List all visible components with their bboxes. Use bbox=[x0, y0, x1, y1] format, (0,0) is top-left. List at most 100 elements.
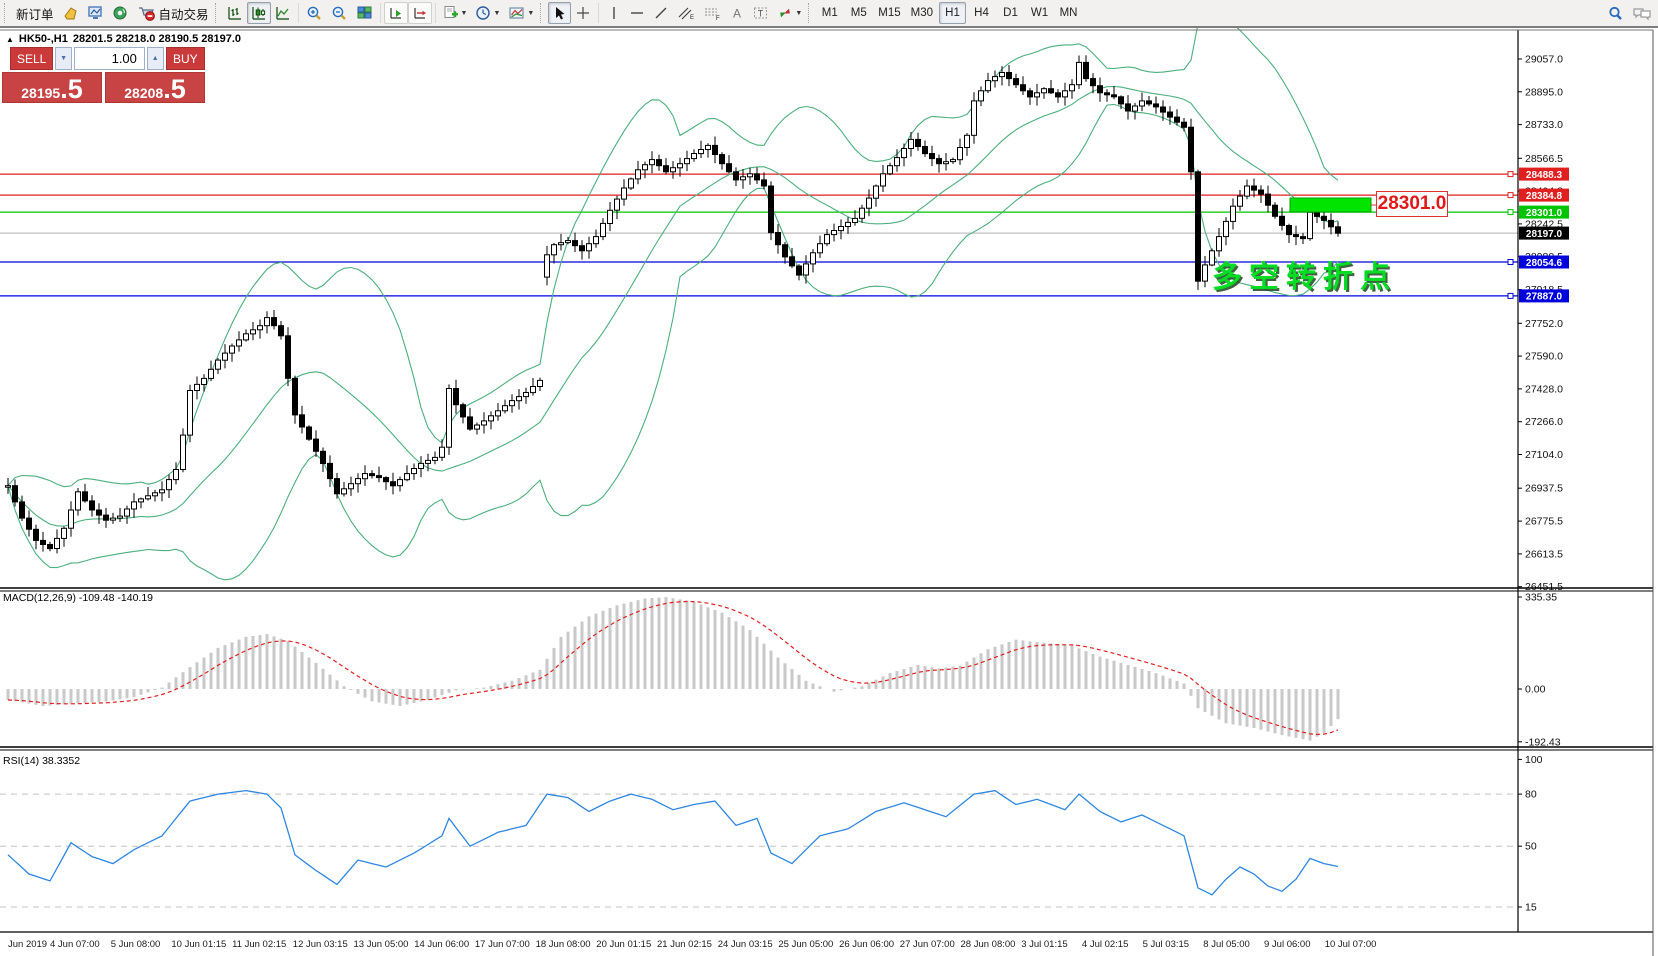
autotrading-button[interactable]: 自动交易 bbox=[133, 2, 213, 24]
svg-text:24 Jun 03:15: 24 Jun 03:15 bbox=[718, 939, 773, 950]
svg-text:5 Jun 08:00: 5 Jun 08:00 bbox=[111, 939, 161, 950]
timeframe-button-H4[interactable]: H4 bbox=[968, 2, 995, 24]
timeframe-button-MN[interactable]: MN bbox=[1055, 2, 1082, 24]
volume-increase-button[interactable]: ▲ bbox=[147, 47, 164, 70]
price-annotation-value: 28301.0 bbox=[1378, 193, 1447, 215]
svg-text:29057.0: 29057.0 bbox=[1525, 54, 1563, 66]
volume-value: 1.00 bbox=[112, 51, 137, 66]
zoom-in-button[interactable] bbox=[302, 2, 327, 24]
svg-text:14 Jun 06:00: 14 Jun 06:00 bbox=[414, 939, 469, 950]
tile-windows-button[interactable] bbox=[352, 2, 377, 24]
buy-button[interactable]: BUY bbox=[166, 47, 205, 70]
market-data-icon[interactable] bbox=[108, 2, 133, 24]
timeframe-button-D1[interactable]: D1 bbox=[997, 2, 1024, 24]
svg-text:25 Jun 05:00: 25 Jun 05:00 bbox=[778, 939, 833, 950]
crosshair-button[interactable] bbox=[571, 2, 595, 24]
svg-text:4 Jun 07:00: 4 Jun 07:00 bbox=[50, 939, 100, 950]
symbol-period-label: HK50-,H1 bbox=[19, 33, 68, 45]
green-rectangle-annotation[interactable] bbox=[1290, 198, 1376, 212]
svg-text:8 Jul 05:00: 8 Jul 05:00 bbox=[1203, 939, 1249, 950]
svg-text:27104.0: 27104.0 bbox=[1525, 449, 1563, 461]
svg-text:T: T bbox=[758, 9, 764, 19]
terminal-icon[interactable] bbox=[83, 2, 108, 24]
svg-text:26775.5: 26775.5 bbox=[1525, 516, 1563, 528]
auto-scroll-button[interactable] bbox=[384, 2, 408, 24]
toolbar-grip[interactable] bbox=[215, 3, 219, 23]
svg-text:27752.0: 27752.0 bbox=[1525, 318, 1563, 330]
sell-price-block[interactable]: 28195 .5 bbox=[2, 72, 102, 103]
svg-text:F: F bbox=[716, 16, 720, 21]
vertical-line-button[interactable] bbox=[602, 2, 625, 24]
svg-text:27266.0: 27266.0 bbox=[1525, 416, 1563, 428]
text-button[interactable]: A bbox=[725, 2, 748, 24]
symbol-marker-icon[interactable]: ▲ bbox=[6, 35, 14, 44]
svg-text:15: 15 bbox=[1525, 902, 1537, 914]
volume-input[interactable]: 1.00 bbox=[74, 47, 145, 70]
timeframe-button-M1[interactable]: M1 bbox=[816, 2, 843, 24]
svg-text:26613.5: 26613.5 bbox=[1525, 548, 1563, 560]
macd-indicator-label: MACD(12,26,9) -109.48 -140.19 bbox=[3, 592, 153, 604]
trendline-button[interactable] bbox=[649, 2, 673, 24]
add-indicator-button[interactable]: ▼ bbox=[439, 2, 472, 24]
svg-text:21 Jun 02:15: 21 Jun 02:15 bbox=[657, 939, 712, 950]
price-annotation-label[interactable]: 28301.0 bbox=[1376, 191, 1448, 217]
chart-title: ▲ HK50-,H1 28201.5 28218.0 28190.5 28197… bbox=[6, 33, 241, 45]
svg-text:28054.6: 28054.6 bbox=[1526, 258, 1563, 269]
chart-shift-button[interactable] bbox=[408, 2, 432, 24]
sell-button-label: SELL bbox=[17, 52, 46, 66]
chat-icon[interactable] bbox=[1628, 2, 1656, 24]
chevron-down-icon: ▼ bbox=[527, 10, 534, 17]
spinner-up-icon: ▲ bbox=[152, 55, 159, 62]
svg-text:28 Jun 08:00: 28 Jun 08:00 bbox=[961, 939, 1016, 950]
zoom-out-button[interactable] bbox=[327, 2, 352, 24]
svg-text:28301.0: 28301.0 bbox=[1526, 208, 1563, 219]
svg-text:335.35: 335.35 bbox=[1525, 592, 1557, 604]
toolbar-grip[interactable] bbox=[808, 3, 812, 23]
trading-terminal: { "toolbar": { "new_order_label": "新订单",… bbox=[0, 0, 1658, 956]
svg-text:26 Jun 06:00: 26 Jun 06:00 bbox=[839, 939, 894, 950]
sell-price-frac: .5 bbox=[60, 77, 83, 101]
volume-decrease-button[interactable]: ▼ bbox=[55, 47, 72, 70]
template-button[interactable]: ▼ bbox=[504, 2, 538, 24]
text-label-button[interactable]: T bbox=[748, 2, 773, 24]
svg-text:27887.0: 27887.0 bbox=[1526, 292, 1563, 303]
svg-text:27 Jun 07:00: 27 Jun 07:00 bbox=[900, 939, 955, 950]
svg-text:28197.0: 28197.0 bbox=[1526, 229, 1563, 240]
svg-text:18 Jun 08:00: 18 Jun 08:00 bbox=[536, 939, 591, 950]
buy-price-block[interactable]: 28208 .5 bbox=[105, 72, 205, 103]
equidistant-channel-button[interactable]: E bbox=[673, 2, 699, 24]
turning-point-annotation[interactable]: 多空转折点 bbox=[1212, 252, 1397, 296]
svg-text:80: 80 bbox=[1525, 789, 1537, 801]
ohlc-values: 28201.5 28218.0 28190.5 28197.0 bbox=[73, 33, 241, 45]
period-button[interactable]: ▼ bbox=[471, 2, 504, 24]
horizontal-line-button[interactable] bbox=[625, 2, 649, 24]
sell-button[interactable]: SELL bbox=[10, 47, 53, 70]
fibonacci-button[interactable]: F bbox=[699, 2, 725, 24]
svg-text:28733.0: 28733.0 bbox=[1525, 119, 1563, 131]
search-icon[interactable] bbox=[1603, 2, 1628, 24]
bar-chart-button[interactable] bbox=[223, 2, 247, 24]
new-order-button[interactable]: 新订单 bbox=[12, 2, 58, 24]
toolbar-grip[interactable] bbox=[4, 3, 8, 23]
svg-text:0.00: 0.00 bbox=[1525, 684, 1546, 696]
cursor-button[interactable] bbox=[548, 2, 571, 24]
arrows-button[interactable]: ▼ bbox=[773, 2, 806, 24]
new-order-label: 新订单 bbox=[16, 4, 54, 23]
candlestick-chart-button[interactable] bbox=[247, 2, 271, 24]
svg-text:9 Jul 06:00: 9 Jul 06:00 bbox=[1264, 939, 1310, 950]
timeframe-button-H1[interactable]: H1 bbox=[939, 2, 966, 24]
toolbar-grip[interactable] bbox=[540, 3, 544, 23]
svg-text:13 Jun 05:00: 13 Jun 05:00 bbox=[354, 939, 409, 950]
timeframe-button-W1[interactable]: W1 bbox=[1026, 2, 1053, 24]
chart-canvas[interactable]: 29057.028895.028733.028566.528404.828242… bbox=[0, 0, 1658, 956]
chevron-down-icon: ▼ bbox=[795, 10, 802, 17]
buy-price-main: 28208 bbox=[124, 86, 163, 101]
time-axis[interactable]: Jun 20194 Jun 07:005 Jun 08:0010 Jun 01:… bbox=[8, 939, 1376, 950]
buy-price-frac: .5 bbox=[163, 77, 186, 101]
timeframe-button-M15[interactable]: M15 bbox=[874, 2, 904, 24]
line-chart-button[interactable] bbox=[271, 2, 295, 24]
charts-icon[interactable] bbox=[58, 2, 83, 24]
timeframe-button-M5[interactable]: M5 bbox=[845, 2, 872, 24]
timeframe-button-M30[interactable]: M30 bbox=[907, 2, 937, 24]
svg-text:50: 50 bbox=[1525, 841, 1537, 853]
